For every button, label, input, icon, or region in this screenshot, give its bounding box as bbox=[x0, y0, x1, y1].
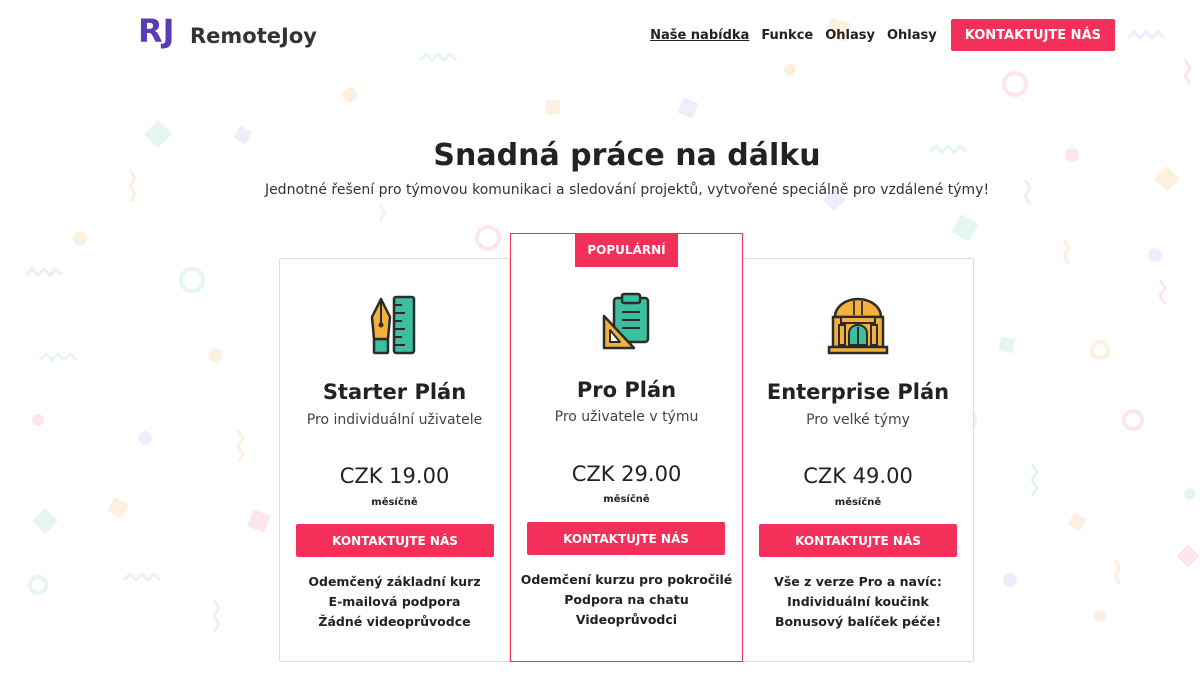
feature-item: E-mailová podpora bbox=[328, 594, 461, 609]
nav-link-offer[interactable]: Naše nabídka bbox=[650, 28, 749, 43]
plan-period: měsíčně bbox=[371, 497, 418, 508]
logo[interactable]: RJ RemoteJoy bbox=[138, 10, 317, 62]
plan-price: CZK 19.00 bbox=[339, 464, 450, 488]
plan-period: měsíčně bbox=[603, 494, 650, 505]
nav-link-testimonials[interactable]: Ohlasy bbox=[825, 28, 875, 43]
feature-item: Bonusový balíček péče! bbox=[774, 614, 942, 629]
feature-item: Videoprůvodci bbox=[575, 612, 678, 627]
plan-price: CZK 29.00 bbox=[571, 462, 682, 486]
pen-ruler-icon bbox=[280, 295, 509, 355]
nav-link-features[interactable]: Funkce bbox=[761, 28, 813, 43]
plan-card-starter: Starter Plán Pro individuální uživatele … bbox=[279, 258, 510, 662]
main-nav: Naše nabídka Funkce Ohlasy Ohlasy KONTAK… bbox=[650, 19, 1115, 51]
plan-title: Pro Plán bbox=[576, 378, 677, 402]
clipboard-icon bbox=[511, 292, 742, 352]
nav-link-testimonials-2[interactable]: Ohlasy bbox=[887, 28, 937, 43]
plan-features: Vše z verze Pro a navíc: Individuální ko… bbox=[743, 572, 973, 632]
plan-price: CZK 49.00 bbox=[803, 464, 913, 488]
logo-mark: RJ bbox=[138, 11, 182, 61]
building-icon bbox=[743, 295, 973, 355]
feature-item: Vše z verze Pro a navíc: bbox=[774, 574, 942, 589]
popular-badge: POPULÁRNÍ bbox=[575, 233, 678, 267]
plan-title: Enterprise Plán bbox=[766, 380, 950, 404]
plan-contact-button[interactable]: KONTAKTUJTE NÁS bbox=[296, 524, 494, 557]
plan-contact-button[interactable]: KONTAKTUJTE NÁS bbox=[759, 524, 957, 557]
plan-contact-button[interactable]: KONTAKTUJTE NÁS bbox=[527, 522, 725, 555]
plan-features: Odemčený základní kurz E-mailová podpora… bbox=[280, 572, 509, 632]
plan-card-pro: POPULÁRNÍ Pro Plán Pro uživatele v týmu … bbox=[510, 233, 743, 662]
plan-description: Pro velké týmy bbox=[806, 412, 910, 428]
hero-title: Snadná práce na dálku bbox=[433, 138, 821, 173]
plan-period: měsíčně bbox=[834, 497, 882, 508]
plan-title: Starter Plán bbox=[322, 380, 467, 404]
plan-description: Pro uživatele v týmu bbox=[554, 409, 699, 425]
brand-name: RemoteJoy bbox=[190, 24, 317, 48]
feature-item: Odemčení kurzu pro pokročilé bbox=[520, 572, 733, 587]
feature-item: Odemčený základní kurz bbox=[308, 574, 481, 589]
feature-item: Individuální koučink bbox=[787, 594, 929, 609]
plan-features: Odemčení kurzu pro pokročilé Podpora na … bbox=[511, 570, 742, 630]
nav-contact-button[interactable]: KONTAKTUJTE NÁS bbox=[950, 19, 1115, 51]
plan-description: Pro individuální uživatele bbox=[306, 412, 483, 428]
feature-item: Žádné videoprůvodce bbox=[318, 614, 471, 629]
logo-letters: RJ bbox=[138, 12, 175, 50]
plan-card-enterprise: Enterprise Plán Pro velké týmy CZK 49.00… bbox=[742, 258, 974, 662]
hero-subtitle: Jednotné řešení pro týmovou komunikaci a… bbox=[264, 182, 990, 198]
feature-item: Podpora na chatu bbox=[564, 592, 689, 607]
